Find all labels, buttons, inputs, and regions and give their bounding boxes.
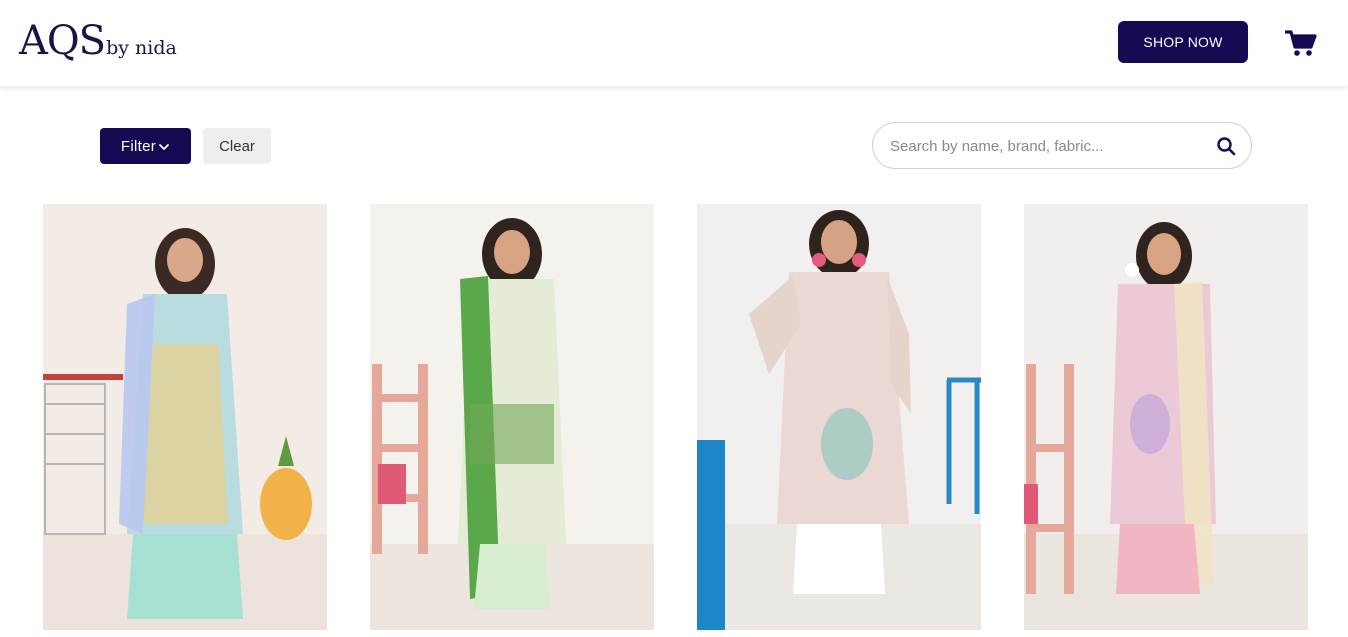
- filter-label: Filter: [120, 137, 157, 155]
- search-box: [872, 122, 1252, 169]
- shop-now-button[interactable]: SHOP NOW: [1118, 21, 1248, 63]
- search-input[interactable]: [890, 133, 1200, 159]
- clear-button[interactable]: Clear: [203, 128, 271, 164]
- chevron-down-icon: [159, 143, 169, 150]
- filter-button[interactable]: Filter: [100, 128, 191, 164]
- product-card[interactable]: [43, 204, 327, 630]
- product-card[interactable]: [1024, 204, 1308, 630]
- product-image[interactable]: [1024, 204, 1308, 630]
- logo-sub-text: by nida: [106, 37, 177, 59]
- site-header: AQSby nida SHOP NOW: [0, 0, 1348, 86]
- product-image[interactable]: [43, 204, 327, 630]
- logo-main-text: AQS: [19, 18, 106, 64]
- product-card[interactable]: [697, 204, 981, 630]
- product-image[interactable]: [370, 204, 654, 630]
- search-icon[interactable]: [1216, 136, 1236, 156]
- product-image[interactable]: [697, 204, 981, 630]
- brand-logo[interactable]: AQSby nida: [19, 18, 177, 64]
- product-card[interactable]: [370, 204, 654, 630]
- cart-icon[interactable]: [1284, 29, 1317, 57]
